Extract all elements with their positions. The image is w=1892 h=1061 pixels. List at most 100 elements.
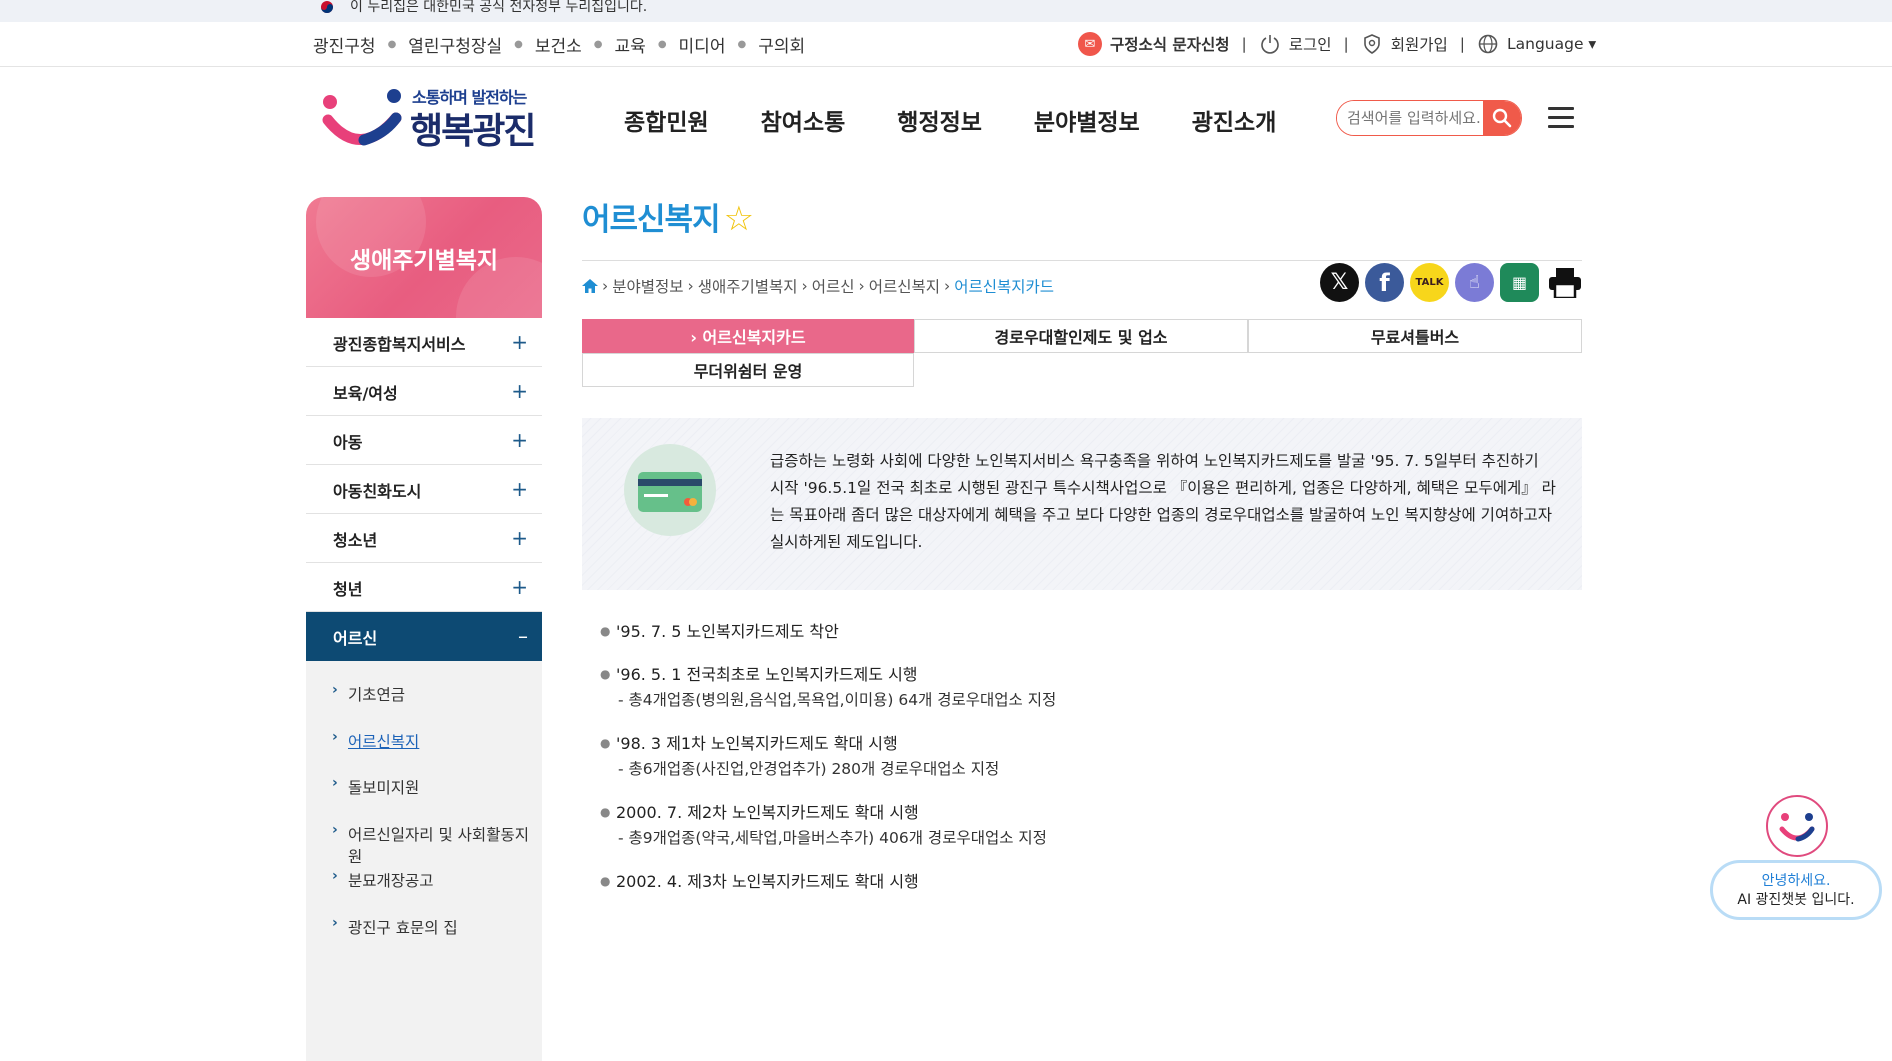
link-media[interactable]: 미디어 [679, 32, 726, 57]
history-detail: - 총9개업종(약국,세탁업,마을버스추가) 406개 경로우대업소 지정 [618, 829, 1047, 847]
search-icon [1492, 108, 1512, 128]
intro-box: 급증하는 노령화 사회에 다양한 노인복지서비스 욕구충족을 위하여 노인복지카… [582, 418, 1582, 590]
touch-icon[interactable]: ☝ [1455, 263, 1494, 302]
sidebar-item-youth[interactable]: 청소년 + [306, 514, 542, 563]
site-header: 소통하며 발전하는 행복광진 종합민원 참여소통 행정정보 분야별정보 광진소개 [0, 67, 1892, 167]
chevron-right-icon: › [332, 914, 338, 931]
gnb-field-info[interactable]: 분야별정보 [1034, 103, 1140, 137]
site-logo[interactable]: 소통하며 발전하는 행복광진 [320, 82, 536, 152]
sidebar-item-childcare-women[interactable]: 보육/여성 + [306, 367, 542, 416]
breadcrumb-current: 어르신복지카드 [954, 278, 1055, 296]
separator-dot: ● [737, 39, 747, 50]
submenu-item-filial-house[interactable]: › 광진구 효문의 집 [306, 906, 542, 953]
shield-icon [1363, 34, 1380, 54]
sidebar-item-label: 광진종합복지서비스 [333, 335, 466, 354]
list-item: ● 2002. 4. 제3차 노인복지카드제도 확대 시행 [600, 870, 1560, 894]
submenu-item-grave-relocation[interactable]: › 분묘개장공고 [306, 859, 542, 906]
facebook-icon[interactable]: f [1365, 263, 1404, 302]
link-health-center[interactable]: 보건소 [535, 32, 582, 57]
site-links: 광진구청 ● 열린구청장실 ● 보건소 ● 교육 ● 미디어 ● 구의회 [313, 32, 805, 57]
user-links: ✉ 구정소식 문자신청 | 로그인 | 회원가입 | Language ▾ [1078, 32, 1596, 56]
qr-icon[interactable]: ▦ [1500, 263, 1539, 302]
breadcrumb-field-info[interactable]: 분야별정보 [612, 275, 683, 297]
link-mayor-office[interactable]: 열린구청장실 [408, 32, 502, 57]
list-item: ● '95. 7. 5 노인복지카드제도 착안 [600, 620, 1560, 644]
sidebar-title: 생애주기별복지 [349, 248, 499, 274]
breadcrumb: › 분야별정보 › 생애주기별복지 › 어르신 › 어르신복지 › 어르신복지카… [582, 275, 1054, 297]
gnb-admin-info[interactable]: 행정정보 [897, 103, 982, 137]
sidebar-item-label: 청소년 [333, 531, 378, 550]
link-council[interactable]: 구의회 [758, 32, 805, 57]
tab-free-shuttle[interactable]: 무료셔틀버스 [1248, 319, 1582, 353]
sidebar-item-children[interactable]: 아동 + [306, 416, 542, 465]
sidebar-item-integrated-welfare[interactable]: 광진종합복지서비스 + [306, 318, 542, 367]
chatbot-widget[interactable]: 안녕하세요. AI 광진챗봇 입니다. [1710, 795, 1882, 925]
signup-link[interactable]: 회원가입 [1391, 33, 1448, 55]
chatbot-greeting: 안녕하세요. [1761, 873, 1831, 889]
power-icon [1260, 35, 1279, 54]
breadcrumb-lifecycle-welfare[interactable]: 생애주기별복지 [698, 275, 798, 297]
divider [582, 260, 1582, 261]
star-icon[interactable]: ☆ [724, 199, 755, 239]
history-title: '98. 3 제1차 노인복지카드제도 확대 시행 [616, 734, 898, 753]
chevron-right-icon: › [332, 821, 338, 838]
login-link[interactable]: 로그인 [1289, 33, 1332, 55]
link-education[interactable]: 교육 [615, 32, 646, 57]
home-icon[interactable] [582, 279, 598, 293]
sidebar-item-seniors[interactable]: 어르신 – [306, 612, 542, 661]
chevron-right-icon: › [332, 682, 338, 698]
gnb-participation[interactable]: 참여소통 [761, 103, 846, 137]
tab-discount-stores[interactable]: 경로우대할인제도 및 업소 [914, 319, 1248, 353]
separator-dot: ● [657, 39, 667, 50]
share-toolbar: 𝕏 f TALK ☝ ▦ [1320, 263, 1590, 302]
list-item: ● 2000. 7. 제2차 노인복지카드제도 확대 시행 - 총9개업종(약국… [600, 801, 1560, 851]
history-list: ● '95. 7. 5 노인복지카드제도 착안 ● '96. 5. 1 전국최초… [600, 620, 1560, 913]
submenu-item-basic-pension[interactable]: › 기초연금 [306, 673, 542, 720]
sidebar-menu: 광진종합복지서비스 + 보육/여성 + 아동 + 아동친화도시 + 청소년 + … [306, 318, 542, 1061]
gov-banner: 이 누리집은 대한민국 공식 전자정부 누리집입니다. [0, 0, 1892, 22]
link-gwangjin-office[interactable]: 광진구청 [313, 32, 376, 57]
logo-main-text: 행복광진 [410, 111, 536, 152]
separator-dot: ● [387, 39, 397, 50]
history-detail: - 총6개업종(사진업,안경업추가) 280개 경로우대업소 지정 [618, 760, 1000, 778]
chatbot-bubble[interactable]: 안녕하세요. AI 광진챗봇 입니다. [1710, 860, 1882, 920]
expand-icon: + [511, 330, 528, 354]
expand-icon: + [511, 428, 528, 452]
search-input[interactable] [1337, 101, 1485, 135]
sms-subscribe-link[interactable]: 구정소식 문자신청 [1110, 33, 1229, 55]
submenu-item-senior-welfare[interactable]: › 어르신복지 [306, 720, 542, 767]
submenu-item-caregiver-support[interactable]: › 돌보미지원 [306, 766, 542, 813]
chevron-right-icon: › [801, 277, 808, 295]
sidebar-item-child-friendly-city[interactable]: 아동친화도시 + [306, 465, 542, 514]
intro-text: 급증하는 노령화 사회에 다양한 노인복지서비스 욕구충족을 위하여 노인복지카… [770, 452, 1556, 551]
breadcrumb-seniors[interactable]: 어르신 [812, 275, 855, 297]
page-title-text: 어르신복지 [582, 202, 721, 238]
search-box [1336, 100, 1522, 136]
sidebar: 생애주기별복지 광진종합복지서비스 + 보육/여성 + 아동 + 아동친화도시 … [306, 197, 542, 1061]
main-navigation: 종합민원 참여소통 행정정보 분야별정보 광진소개 [624, 103, 1328, 137]
x-icon[interactable]: 𝕏 [1320, 263, 1359, 302]
chevron-right-icon: › [332, 728, 338, 745]
search-button[interactable] [1483, 101, 1521, 135]
separator: | [1459, 35, 1466, 53]
history-title: 2002. 4. 제3차 노인복지카드제도 확대 시행 [616, 872, 919, 891]
gnb-civil-service[interactable]: 종합민원 [624, 103, 709, 137]
expand-icon: + [511, 526, 528, 550]
sidebar-item-label: 보육/여성 [333, 384, 398, 403]
language-select[interactable]: Language ▾ [1507, 35, 1596, 53]
chatbot-icon[interactable] [1766, 795, 1828, 857]
print-icon[interactable] [1545, 263, 1584, 302]
chatbot-intro: AI 광진챗봇 입니다. [1737, 892, 1855, 908]
sidebar-item-young-adults[interactable]: 청년 + [306, 563, 542, 612]
gnb-about-gwangjin[interactable]: 광진소개 [1192, 103, 1277, 137]
mail-icon: ✉ [1078, 32, 1102, 56]
menu-icon[interactable] [1548, 107, 1574, 129]
chevron-right-icon: › [332, 868, 338, 884]
submenu-item-senior-jobs[interactable]: › 어르신일자리 및 사회활동지원 [306, 813, 542, 866]
breadcrumb-senior-welfare[interactable]: 어르신복지 [869, 275, 940, 297]
tab-heat-shelter[interactable]: 무더위쉼터 운영 [582, 353, 914, 387]
chevron-right-icon: › [687, 277, 694, 295]
globe-icon [1478, 34, 1498, 54]
tab-senior-welfare-card[interactable]: › 어르신복지카드 [582, 319, 914, 353]
kakaotalk-icon[interactable]: TALK [1410, 263, 1449, 302]
